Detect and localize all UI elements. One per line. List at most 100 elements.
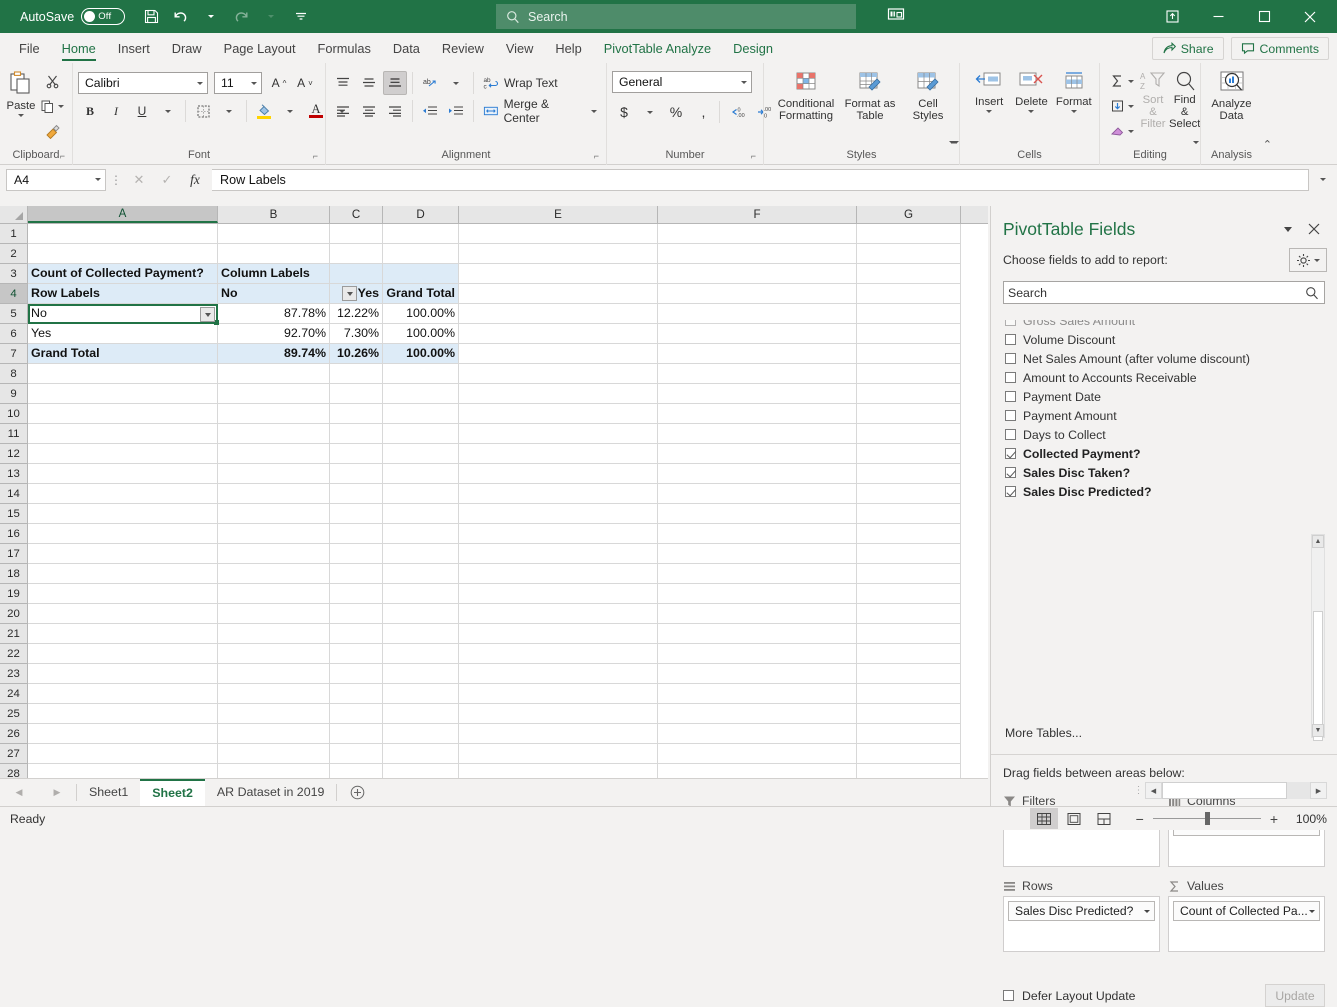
- grid-cell-E15[interactable]: [459, 504, 658, 524]
- grid-cell-C24[interactable]: [330, 684, 383, 704]
- grid-cell-E14[interactable]: [459, 484, 658, 504]
- grid-cell-D21[interactable]: [383, 624, 459, 644]
- grid-cell-G11[interactable]: [857, 424, 961, 444]
- horizontal-scroll-thumb[interactable]: [1162, 782, 1287, 799]
- grid-cell-G14[interactable]: [857, 484, 961, 504]
- borders-button[interactable]: [191, 99, 215, 123]
- normal-view-icon[interactable]: [1029, 808, 1058, 829]
- grid-cell-F19[interactable]: [658, 584, 857, 604]
- format-cells-button[interactable]: Format: [1054, 66, 1094, 113]
- accounting-format-button[interactable]: $: [612, 100, 636, 124]
- row-header-9[interactable]: 9: [0, 384, 27, 404]
- maximize-icon[interactable]: [1241, 0, 1287, 33]
- grid-cell-G20[interactable]: [857, 604, 961, 624]
- grid-cell-B17[interactable]: [218, 544, 330, 564]
- grid-cell-D19[interactable]: [383, 584, 459, 604]
- grid-cell-C2[interactable]: [330, 244, 383, 264]
- values-chip-count-of-collected-payment[interactable]: Count of Collected Pa...: [1173, 901, 1320, 921]
- grid-cell-F11[interactable]: [658, 424, 857, 444]
- borders-dropdown-icon[interactable]: [217, 99, 241, 123]
- grid-cell-f6[interactable]: [658, 324, 857, 344]
- field-item-payment-amount[interactable]: Payment Amount: [1003, 406, 1326, 425]
- row-labels-filter-button[interactable]: [200, 307, 215, 322]
- autosave-control[interactable]: AutoSave Off: [20, 8, 126, 25]
- search-input[interactable]: Search: [496, 4, 856, 29]
- field-item-days-to-collect[interactable]: Days to Collect: [1003, 425, 1326, 444]
- column-header-a[interactable]: A: [28, 206, 218, 223]
- fill-button[interactable]: [1107, 94, 1137, 118]
- grid-cell-F26[interactable]: [658, 724, 857, 744]
- grid-cell-D8[interactable]: [383, 364, 459, 384]
- sheet-tab-sheet2[interactable]: Sheet2: [140, 779, 205, 806]
- pivot-column-labels-cell[interactable]: Column Labels: [218, 264, 330, 284]
- grid-cell-D15[interactable]: [383, 504, 459, 524]
- column-header-f[interactable]: F: [658, 206, 857, 223]
- column-header-d[interactable]: D: [383, 206, 459, 223]
- fill-color-button[interactable]: [252, 99, 276, 123]
- grid-cell-C13[interactable]: [330, 464, 383, 484]
- grid-cell-d3[interactable]: [383, 264, 459, 284]
- grid-cell-A8[interactable]: [28, 364, 218, 384]
- grid-cell-A10[interactable]: [28, 404, 218, 424]
- field-list-scroll-thumb[interactable]: [1313, 611, 1323, 741]
- increase-font-size-icon[interactable]: A ^: [267, 71, 291, 95]
- row-header-24[interactable]: 24: [0, 684, 27, 704]
- paste-dropdown-icon[interactable]: [18, 114, 24, 117]
- grid-cell-B8[interactable]: [218, 364, 330, 384]
- grid-cell-B23[interactable]: [218, 664, 330, 684]
- grid-cell-F27[interactable]: [658, 744, 857, 764]
- field-item-payment-date[interactable]: Payment Date: [1003, 387, 1326, 406]
- grid-cell-B2[interactable]: [218, 244, 330, 264]
- align-center-icon[interactable]: [357, 99, 381, 123]
- grid-cell-E10[interactable]: [459, 404, 658, 424]
- grid-cell-E23[interactable]: [459, 664, 658, 684]
- grid-cell-F20[interactable]: [658, 604, 857, 624]
- underline-button[interactable]: U: [130, 99, 154, 123]
- area-values[interactable]: Values Count of Collected Pa...: [1168, 876, 1325, 952]
- row-header-23[interactable]: 23: [0, 664, 27, 684]
- grid-cell-E13[interactable]: [459, 464, 658, 484]
- grid-cell-D9[interactable]: [383, 384, 459, 404]
- area-rows-box[interactable]: Sales Disc Predicted?: [1003, 896, 1160, 952]
- row-header-1[interactable]: 1: [0, 224, 27, 244]
- grid-cell-C9[interactable]: [330, 384, 383, 404]
- grid-cell-G19[interactable]: [857, 584, 961, 604]
- grid-cell-F14[interactable]: [658, 484, 857, 504]
- pivot-data-value-1-2[interactable]: 12.22%: [330, 304, 383, 324]
- tab-page-layout[interactable]: Page Layout: [213, 35, 307, 63]
- update-button[interactable]: Update: [1265, 984, 1325, 1007]
- grid-cell-D20[interactable]: [383, 604, 459, 624]
- field-list-scroll-down[interactable]: ▼: [1312, 724, 1324, 737]
- tab-view[interactable]: View: [495, 35, 545, 63]
- row-header-2[interactable]: 2: [0, 244, 27, 264]
- grid-cell-e7[interactable]: [459, 344, 658, 364]
- alignment-dialog-launcher[interactable]: ⌐: [594, 149, 599, 164]
- customize-quick-access-icon[interactable]: [287, 4, 315, 30]
- pivot-data-value-2-2[interactable]: 7.30%: [330, 324, 383, 344]
- grid-cell-G27[interactable]: [857, 744, 961, 764]
- grid-cell-G1[interactable]: [857, 224, 961, 244]
- field-checkbox[interactable]: [1005, 372, 1016, 383]
- grid-cell-g5[interactable]: [857, 304, 961, 324]
- undo-icon[interactable]: [167, 4, 195, 30]
- field-checkbox[interactable]: [1005, 410, 1016, 421]
- accounting-dropdown-icon[interactable]: [638, 100, 662, 124]
- tab-pivottable-analyze[interactable]: PivotTable Analyze: [593, 35, 722, 63]
- row-header-8[interactable]: 8: [0, 364, 27, 384]
- grid-cell-B24[interactable]: [218, 684, 330, 704]
- grid-cell-e6[interactable]: [459, 324, 658, 344]
- add-sheet-icon[interactable]: [337, 785, 377, 800]
- grid-cell-E22[interactable]: [459, 644, 658, 664]
- grid-cell-g4[interactable]: [857, 284, 961, 304]
- grid-cell-C17[interactable]: [330, 544, 383, 564]
- save-icon[interactable]: [137, 4, 165, 30]
- tab-home[interactable]: Home: [51, 35, 107, 63]
- column-header-b[interactable]: B: [218, 206, 330, 223]
- grid-cell-B13[interactable]: [218, 464, 330, 484]
- cancel-icon[interactable]: ✕: [126, 169, 152, 191]
- grid-cell-e5[interactable]: [459, 304, 658, 324]
- grid-cell-F13[interactable]: [658, 464, 857, 484]
- grid-cell-f4[interactable]: [658, 284, 857, 304]
- grid-cell-B19[interactable]: [218, 584, 330, 604]
- grid-cell-f3[interactable]: [658, 264, 857, 284]
